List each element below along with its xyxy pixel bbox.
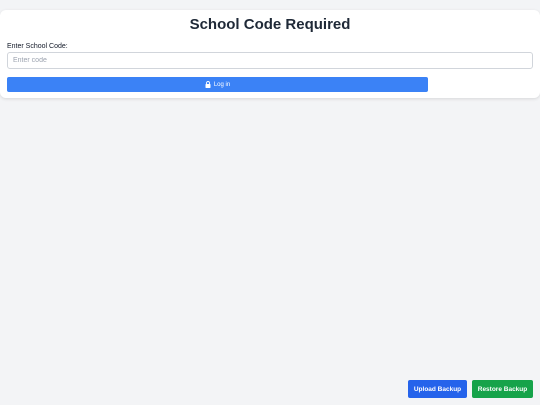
restore-backup-button[interactable]: Restore Backup xyxy=(472,380,533,398)
upload-backup-button[interactable]: Upload Backup xyxy=(408,380,467,398)
lock-icon xyxy=(205,81,211,88)
page: School Code Required Enter School Code: … xyxy=(0,0,540,405)
school-code-label: Enter School Code: xyxy=(7,43,68,50)
login-button-label: Log in xyxy=(213,81,231,88)
school-code-input[interactable] xyxy=(7,52,533,69)
login-button[interactable]: Log in xyxy=(7,77,428,92)
school-code-card: School Code Required Enter School Code: … xyxy=(0,10,540,98)
page-title: School Code Required xyxy=(189,16,351,33)
